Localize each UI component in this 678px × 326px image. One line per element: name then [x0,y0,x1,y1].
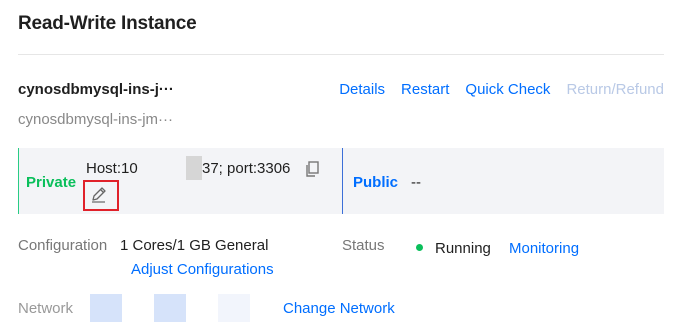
section-divider [18,54,664,55]
quick-check-link[interactable]: Quick Check [465,81,550,98]
instance-actions: Details Restart Quick Check Return/Refun… [323,81,664,98]
public-label: Public [353,174,399,191]
adjust-configurations-link[interactable]: Adjust Configurations [131,261,274,278]
pencil-icon[interactable] [90,186,107,203]
network-redaction-mask [90,294,122,322]
instance-id: cynosdbmysql-ins-jm··· [18,111,174,128]
configuration-value: 1 Cores/1 GB General [120,237,269,254]
network-redaction-mask [218,294,250,322]
private-host-prefix: Host:10 [86,160,138,177]
network-redaction-mask [154,294,186,322]
public-value: -- [411,174,421,191]
status-label: Status [342,237,385,254]
copy-icon[interactable] [305,161,319,177]
details-link[interactable]: Details [339,81,385,98]
restart-link[interactable]: Restart [401,81,449,98]
host-redaction-mask [186,156,202,180]
private-host-port: 37; port:3306 [202,160,291,177]
status-value: Running [435,240,491,257]
public-indicator-bar [342,148,343,214]
instance-name: cynosdbmysql-ins-j··· [18,81,174,98]
private-indicator-bar [18,148,19,214]
network-label: Network [18,300,74,317]
private-label: Private [26,174,77,191]
return-refund-link: Return/Refund [566,81,664,98]
monitoring-link[interactable]: Monitoring [509,240,579,257]
change-network-link[interactable]: Change Network [283,300,395,317]
status-dot-icon [416,244,423,251]
section-title: Read-Write Instance [18,13,197,34]
configuration-label: Configuration [18,237,108,254]
